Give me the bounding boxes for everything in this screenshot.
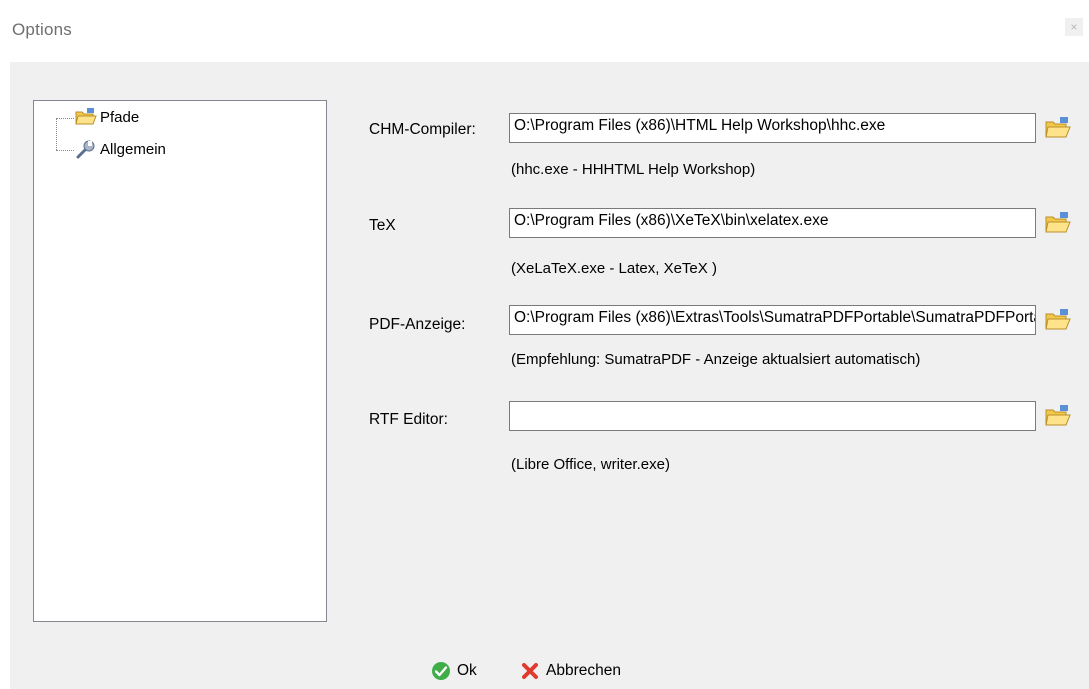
browse-folder-icon[interactable] xyxy=(1044,115,1072,141)
tree-item-label: Allgemein xyxy=(100,140,166,158)
folder-open-icon xyxy=(75,107,97,127)
tex-label: TeX xyxy=(369,217,396,234)
close-x-icon xyxy=(522,663,538,679)
chm-compiler-label: CHM-Compiler: xyxy=(369,121,476,138)
chm-compiler-field[interactable]: O:\Program Files (x86)\HTML Help Worksho… xyxy=(509,113,1036,143)
title-bar: Options × xyxy=(0,0,1089,62)
tree-item-label: Pfade xyxy=(100,108,140,126)
cancel-button[interactable]: Abbrechen xyxy=(520,658,621,684)
tex-field[interactable]: O:\Program Files (x86)\XeTeX\bin\xelatex… xyxy=(509,208,1036,238)
wrench-icon xyxy=(75,139,97,159)
tex-hint: (XeLaTeX.exe - Latex, XeTeX ) xyxy=(511,260,717,277)
tree-connector xyxy=(56,118,57,150)
window-title: Options xyxy=(12,20,72,39)
browse-folder-icon[interactable] xyxy=(1044,307,1072,333)
tree-connector xyxy=(56,150,74,151)
tree-item-pfade[interactable]: Pfade xyxy=(75,106,139,128)
browse-folder-icon[interactable] xyxy=(1044,210,1072,236)
rtf-editor-hint: (Libre Office, writer.exe) xyxy=(511,456,670,473)
browse-folder-icon[interactable] xyxy=(1044,403,1072,429)
pdf-anzeige-hint: (Empfehlung: SumatraPDF - Anzeige aktual… xyxy=(511,351,921,368)
pdf-anzeige-field[interactable]: O:\Program Files (x86)\Extras\Tools\Suma… xyxy=(509,305,1036,335)
ok-label: Ok xyxy=(457,662,477,679)
rtf-editor-label: RTF Editor: xyxy=(369,411,448,428)
tree-item-allgemein[interactable]: Allgemein xyxy=(75,138,166,160)
tree-connector xyxy=(56,118,74,119)
options-tree[interactable] xyxy=(33,100,327,622)
check-icon xyxy=(432,662,450,680)
pdf-anzeige-label: PDF-Anzeige: xyxy=(369,316,466,333)
ok-button[interactable]: Ok xyxy=(431,658,477,684)
close-button[interactable]: × xyxy=(1065,18,1083,36)
chm-compiler-hint: (hhc.exe - HHHTML Help Workshop) xyxy=(511,161,756,178)
rtf-editor-field[interactable] xyxy=(509,401,1036,431)
cancel-label: Abbrechen xyxy=(546,662,621,679)
